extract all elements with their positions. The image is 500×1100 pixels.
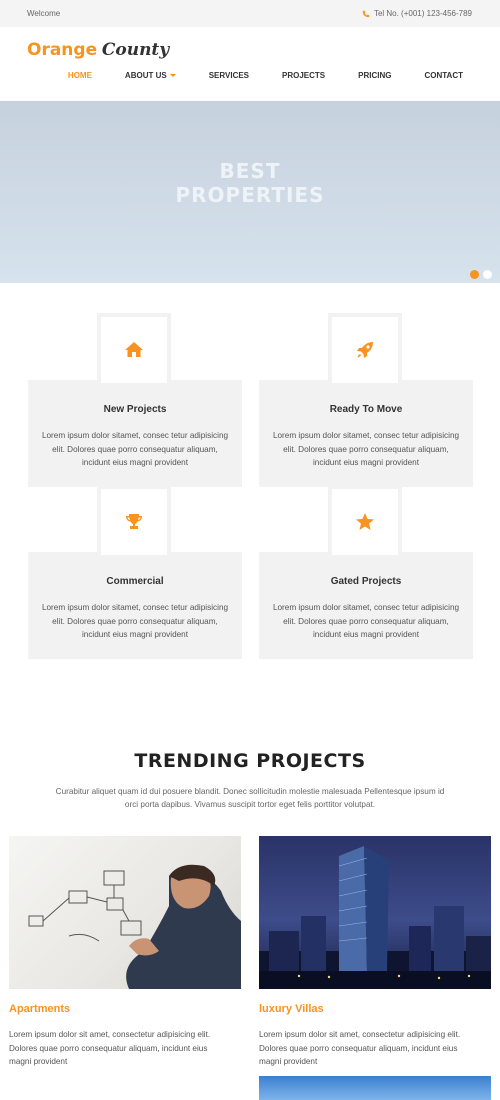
site-header: Orange County HOME ABOUT US SERVICES PRO… bbox=[0, 27, 500, 101]
rocket-icon bbox=[357, 342, 373, 358]
home-icon bbox=[125, 342, 143, 357]
project-text: Lorem ipsum dolor sit amet, consectetur … bbox=[9, 1030, 211, 1066]
feature-card-commercial[interactable]: Commercial Lorem ipsum dolor sitamet, co… bbox=[28, 552, 242, 659]
star-icon bbox=[356, 513, 374, 530]
nav-pricing[interactable]: PRICING bbox=[325, 71, 391, 80]
feature-icon-box bbox=[328, 313, 402, 387]
project-text: Lorem ipsum dolor sit amet, consectetur … bbox=[259, 1030, 461, 1066]
phone-number: Tel No. (+001) 123-456-789 bbox=[373, 9, 472, 18]
hero-banner: BEST PROPERTIES bbox=[0, 101, 500, 283]
nav-projects-label: PROJECTS bbox=[282, 71, 326, 80]
nav-contact-label: CONTACT bbox=[424, 71, 463, 80]
feature-text: Lorem ipsum dolor sitamet, consec tetur … bbox=[272, 431, 460, 467]
hero-title-line2: PROPERTIES bbox=[175, 183, 325, 207]
slider-dot-2[interactable] bbox=[483, 270, 492, 279]
project-image-apartments[interactable] bbox=[9, 836, 241, 989]
phone-info[interactable]: Tel No. (+001) 123-456-789 bbox=[362, 9, 472, 18]
section-title: TRENDING PROJECTS bbox=[134, 750, 366, 772]
logo-part-orange: Orange bbox=[27, 40, 98, 60]
feature-text: Lorem ipsum dolor sitamet, consec tetur … bbox=[272, 603, 460, 639]
project-image-partial[interactable] bbox=[259, 1076, 491, 1100]
nav-projects[interactable]: PROJECTS bbox=[249, 71, 325, 80]
project-image-luxury-villas[interactable] bbox=[259, 836, 491, 989]
feature-title: Gated Projects bbox=[330, 576, 402, 587]
main-nav: HOME ABOUT US SERVICES PROJECTS PRICING … bbox=[68, 71, 463, 80]
feature-icon-box bbox=[97, 313, 171, 387]
welcome-text: Welcome bbox=[27, 9, 61, 18]
nav-pricing-label: PRICING bbox=[358, 71, 392, 80]
nav-services[interactable]: SERVICES bbox=[176, 71, 249, 80]
feature-title: Ready To Move bbox=[329, 404, 403, 415]
nav-about-label: ABOUT US bbox=[124, 71, 167, 80]
feature-title: Commercial bbox=[106, 576, 164, 587]
feature-icon-box bbox=[328, 485, 402, 559]
phone-icon bbox=[362, 10, 370, 17]
skyscraper-photo bbox=[259, 846, 491, 989]
feature-title: New Projects bbox=[103, 404, 167, 415]
slider-dots bbox=[470, 270, 492, 279]
hero-title-line1: BEST bbox=[219, 159, 281, 183]
nav-about-us[interactable]: ABOUT US bbox=[92, 71, 176, 80]
logo-part-county: County bbox=[101, 40, 170, 60]
trophy-icon bbox=[126, 514, 142, 529]
nav-home[interactable]: HOME bbox=[68, 71, 92, 80]
nav-home-label: HOME bbox=[67, 71, 92, 80]
feature-text: Lorem ipsum dolor sitamet, consec tetur … bbox=[41, 431, 229, 467]
whiteboard-photo bbox=[28, 864, 241, 989]
feature-text: Lorem ipsum dolor sitamet, consec tetur … bbox=[41, 603, 229, 639]
feature-card-ready-to-move[interactable]: Ready To Move Lorem ipsum dolor sitamet,… bbox=[259, 380, 473, 487]
feature-card-gated-projects[interactable]: Gated Projects Lorem ipsum dolor sitamet… bbox=[259, 552, 473, 659]
top-bar: Welcome Tel No. (+001) 123-456-789 bbox=[0, 0, 500, 27]
slider-dot-1[interactable] bbox=[470, 270, 479, 279]
nav-contact[interactable]: CONTACT bbox=[391, 71, 463, 80]
feature-card-new-projects[interactable]: New Projects Lorem ipsum dolor sitamet, … bbox=[28, 380, 242, 487]
project-title[interactable]: luxury Villas bbox=[259, 1003, 324, 1015]
section-subtitle: Curabitur aliquet quam id dui posuere bl… bbox=[55, 787, 445, 809]
hero-title: BEST PROPERTIES bbox=[0, 159, 500, 207]
nav-services-label: SERVICES bbox=[208, 71, 250, 80]
logo[interactable]: Orange County bbox=[27, 40, 169, 60]
feature-icon-box bbox=[97, 485, 171, 559]
project-title[interactable]: Apartments bbox=[9, 1003, 70, 1015]
